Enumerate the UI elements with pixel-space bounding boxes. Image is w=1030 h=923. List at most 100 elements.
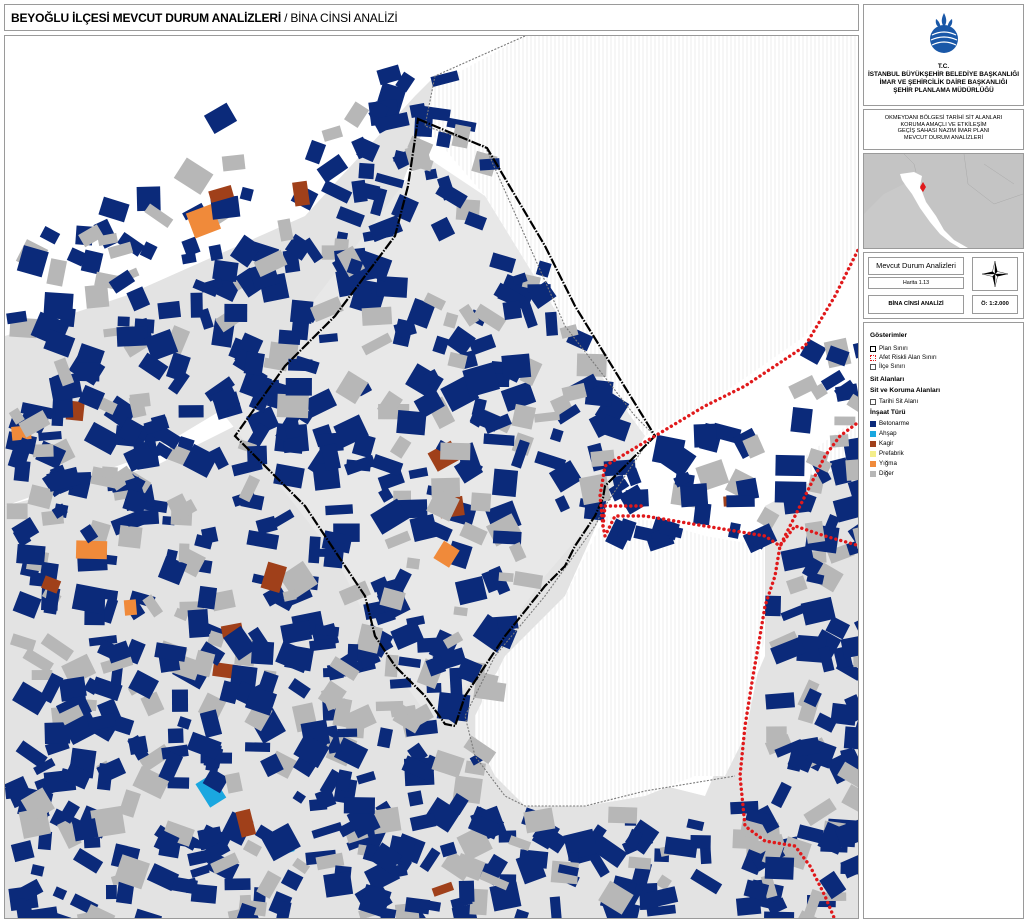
legend-construction-heading: İnşaat Türü [870, 409, 906, 416]
legend-item-diger: Diğer [870, 470, 894, 477]
building-footprint [46, 258, 68, 287]
betonarme-swatch [870, 420, 876, 427]
building-footprint [483, 433, 515, 446]
building-footprint [321, 125, 344, 142]
building-footprint [406, 557, 421, 570]
building-footprint [224, 878, 251, 891]
title-separator: / [280, 11, 291, 25]
map-svg [5, 36, 858, 918]
building-footprint [788, 375, 819, 400]
building-footprint [764, 856, 795, 880]
building-footprint [693, 423, 717, 448]
building-footprint [74, 362, 100, 382]
building-footprint [304, 139, 327, 165]
building-footprint [765, 692, 795, 710]
building-footprint [790, 407, 813, 434]
compass-rose-icon [981, 260, 1009, 288]
map-canvas[interactable] [4, 35, 859, 919]
building-footprint [139, 241, 158, 261]
building-footprint [337, 728, 358, 738]
legend-item-yigma: Yığma [870, 460, 897, 467]
building-footprint [358, 162, 375, 180]
legend-label: Ahşap [879, 430, 897, 437]
building-footprint [834, 416, 856, 426]
building-footprint [775, 454, 805, 477]
district-boundary-swatch [870, 363, 876, 370]
building-footprint [243, 351, 265, 376]
legend-label: Plan Sınırı [879, 345, 908, 352]
building-footprint [498, 572, 514, 582]
sheet-title: Mevcut Durum Analizleri [868, 257, 964, 275]
legend-heading: Gösterimler [870, 332, 908, 339]
building-footprint [549, 896, 562, 918]
building-footprint [16, 543, 46, 566]
institution-panel: T.C. İSTANBUL BÜYÜKŞEHİR BELEDİYE BAŞKAN… [863, 4, 1024, 106]
building-footprint [278, 329, 301, 346]
prefabrik-swatch [870, 450, 876, 457]
locator-map [863, 153, 1024, 249]
building-footprint [361, 306, 393, 326]
sheet-info-panel: Mevcut Durum Analizleri Harita 1.13 BİNA… [863, 252, 1024, 319]
legend-sit-koruma-heading: Sit ve Koruma Alanları [870, 387, 941, 394]
legend-label: Afet Riskli Alan Sınırı [879, 354, 937, 361]
building-footprint [830, 702, 858, 726]
building-footprint [245, 742, 271, 752]
building-footprint [628, 856, 652, 870]
building-footprint [127, 735, 149, 756]
legend-item-ahsap: Ahşap [870, 430, 897, 437]
building-footprint [396, 409, 427, 436]
building-footprint [470, 492, 492, 512]
building-footprint [224, 303, 248, 322]
building-footprint [139, 509, 160, 525]
title-main: BEYOĞLU İLÇESİ MEVCUT DURUM ANALİZLERİ [11, 11, 281, 25]
building-footprint [178, 543, 190, 563]
building-footprint [608, 806, 638, 824]
building-footprint [173, 157, 214, 195]
legend-item-kagir: Kagir [870, 440, 893, 447]
building-footprint [75, 540, 108, 560]
legend-item-risk-boundary: Afet Riskli Alan Sınırı [870, 354, 937, 361]
sheet-name: BİNA CİNSİ ANALİZİ [868, 295, 964, 314]
building-footprint [766, 726, 787, 743]
locator-map-svg [864, 154, 1023, 248]
building-footprint [325, 504, 354, 516]
legend-item-historic-site: Tarihi Sit Alanı [870, 398, 918, 405]
building-footprint [84, 284, 110, 309]
building-footprint [43, 292, 74, 320]
building-footprint [492, 468, 519, 497]
building-footprint [116, 325, 148, 347]
building-footprint [568, 851, 579, 862]
ibb-logo [929, 13, 958, 53]
kagir-swatch [870, 440, 876, 447]
building-footprint [799, 338, 827, 365]
building-footprint [288, 358, 313, 372]
map-title: BEYOĞLU İLÇESİ MEVCUT DURUM ANALİZLERİ /… [11, 11, 398, 25]
building-footprint [221, 154, 246, 172]
legend-item-district-boundary: İlçe Sınırı [870, 363, 905, 370]
building-footprint [735, 896, 762, 916]
building-footprint [59, 676, 87, 700]
title-bar: BEYOĞLU İLÇESİ MEVCUT DURUM ANALİZLERİ /… [4, 4, 859, 31]
legend-label: Diğer [879, 470, 894, 477]
building-footprint [502, 300, 523, 321]
building-footprint [39, 226, 61, 245]
legend-label: Tarihi Sit Alanı [879, 398, 919, 405]
building-footprint [250, 641, 275, 665]
building-footprint [726, 494, 755, 508]
building-footprint [5, 785, 28, 800]
building-footprint [625, 489, 649, 508]
building-footprint [407, 790, 424, 807]
project-line-4: MEVCUT DURUM ANALİZLERİ [903, 134, 984, 141]
building-footprint [101, 466, 118, 478]
legend-panel: Gösterimler Plan Sınırı Afet Riskli Alan… [863, 322, 1024, 919]
building-footprint [98, 196, 130, 223]
building-footprint [123, 599, 138, 616]
building-footprint [323, 541, 345, 569]
legend-label: Kagir [879, 440, 894, 447]
legend-label: Prefabrik [879, 450, 904, 457]
building-footprint [13, 460, 31, 482]
building-footprint [212, 259, 239, 282]
building-footprint [167, 728, 184, 744]
building-footprint [187, 609, 210, 639]
building-footprint [171, 689, 189, 712]
